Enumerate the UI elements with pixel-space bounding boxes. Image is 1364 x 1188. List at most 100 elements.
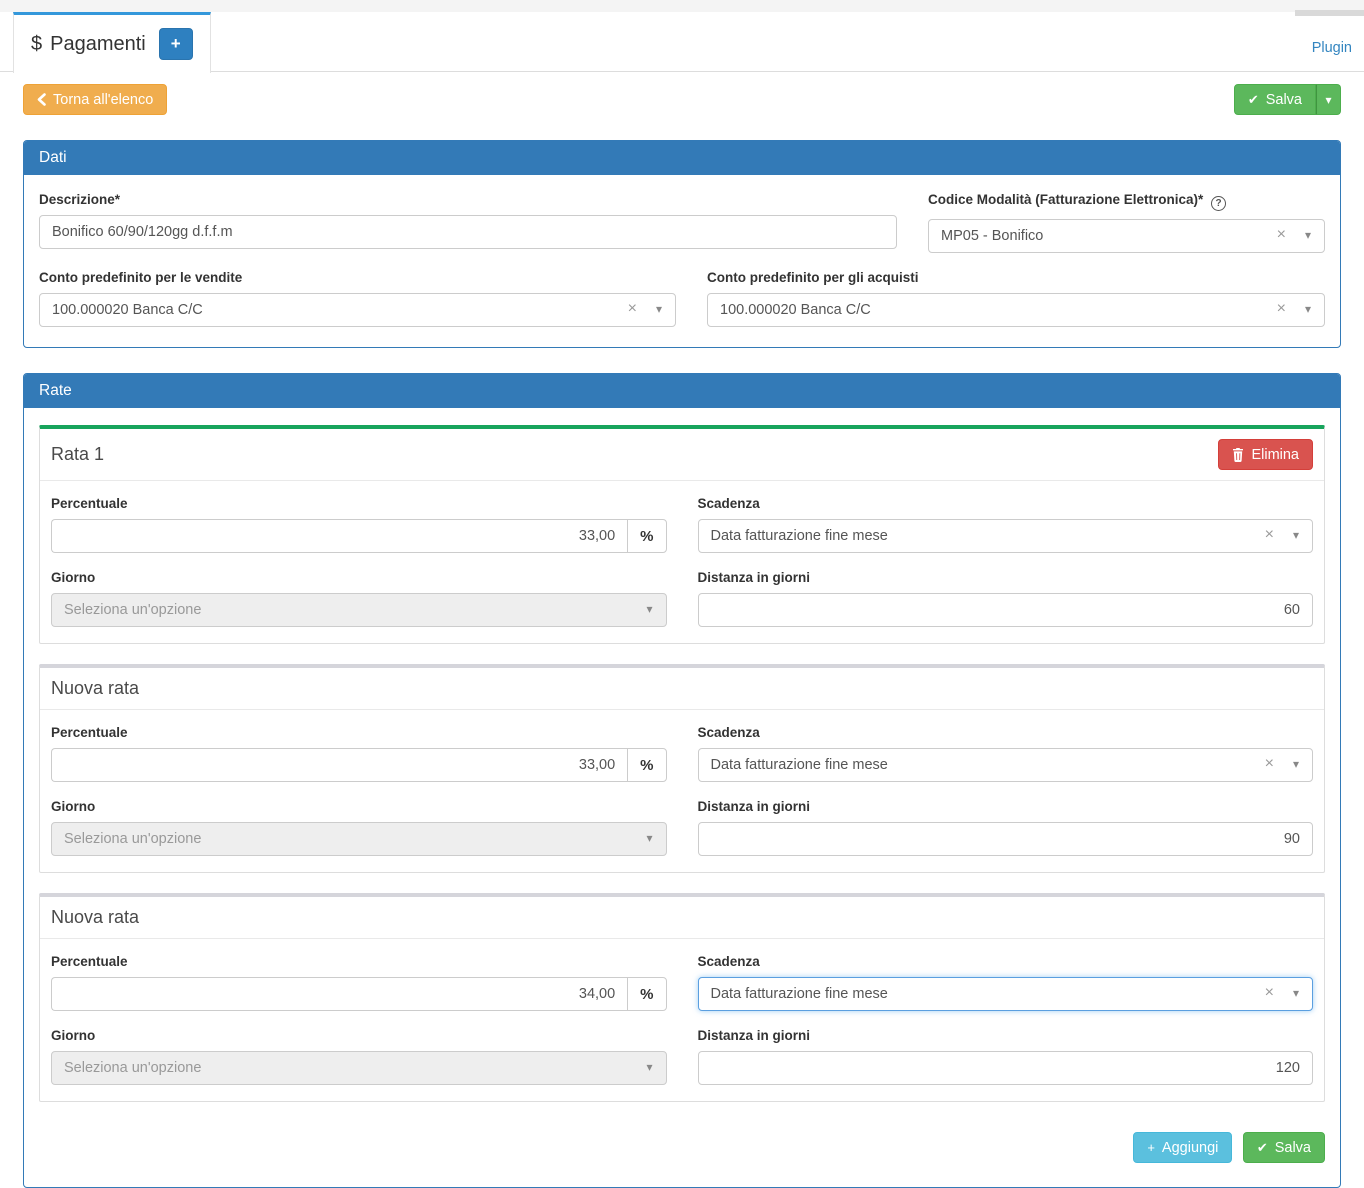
giorno-select[interactable]: Seleziona un'opzione ▾ — [51, 822, 667, 856]
scadenza-value: Data fatturazione fine mese — [711, 986, 888, 1002]
rate-panel-body: Rata 1 Elimina Percentuale % — [24, 408, 1340, 1187]
clear-x-icon[interactable]: × — [1277, 226, 1286, 244]
rata-card: Nuova rata Percentuale % Scadenza Data — [39, 893, 1325, 1102]
codice-modalita-value: MP05 - Bonifico — [941, 228, 1043, 244]
dollar-icon: $ — [31, 33, 42, 56]
scadenza-label: Scadenza — [698, 954, 1314, 969]
dati-panel-title: Dati — [24, 141, 1340, 175]
save-split-button: ✔ Salva ▾ — [1234, 84, 1341, 115]
dati-panel-body: Descrizione* Codice Modalità (Fatturazio… — [24, 175, 1340, 347]
giorno-label: Giorno — [51, 570, 667, 585]
codice-modalita-label-text: Codice Modalità (Fatturazione Elettronic… — [928, 192, 1203, 207]
distanza-label: Distanza in giorni — [698, 799, 1314, 814]
help-icon[interactable]: ? — [1211, 196, 1226, 211]
aggiungi-button[interactable]: + Aggiungi — [1133, 1132, 1232, 1163]
conto-vendite-select[interactable]: 100.000020 Banca C/C × ▾ — [39, 293, 676, 327]
rata-title: Nuova rata — [51, 678, 139, 699]
caret-down-icon: ▾ — [656, 302, 662, 316]
scadenza-select[interactable]: Data fatturazione fine mese × ▾ — [698, 748, 1314, 782]
check-icon: ✔ — [1248, 93, 1259, 106]
add-payment-button[interactable]: + — [159, 28, 193, 60]
plus-icon: + — [1147, 1141, 1155, 1154]
distanza-input[interactable] — [698, 593, 1314, 627]
descrizione-input[interactable] — [39, 215, 897, 249]
caret-down-icon: ▾ — [1293, 528, 1299, 542]
distanza-label: Distanza in giorni — [698, 570, 1314, 585]
percentuale-label: Percentuale — [51, 496, 667, 511]
elimina-button-label: Elimina — [1251, 447, 1299, 463]
giorno-label: Giorno — [51, 1028, 667, 1043]
caret-down-icon: ▾ — [1293, 986, 1299, 1000]
codice-modalita-select[interactable]: MP05 - Bonifico × ▾ — [928, 219, 1325, 253]
back-to-list-button[interactable]: Torna all'elenco — [23, 84, 167, 115]
scadenza-label: Scadenza — [698, 725, 1314, 740]
giorno-label: Giorno — [51, 799, 667, 814]
clear-x-icon[interactable]: × — [1277, 300, 1286, 318]
rate-salva-button-label: Salva — [1275, 1140, 1311, 1156]
toolbar: Torna all'elenco ✔ Salva ▾ — [23, 84, 1341, 115]
chevron-left-icon — [37, 93, 46, 106]
giorno-placeholder: Seleziona un'opzione — [64, 1060, 201, 1076]
percentuale-input[interactable] — [51, 519, 627, 553]
conto-vendite-label: Conto predefinito per le vendite — [39, 270, 676, 285]
percentuale-input[interactable] — [51, 977, 627, 1011]
percentuale-input[interactable] — [51, 748, 627, 782]
giorno-placeholder: Seleziona un'opzione — [64, 831, 201, 847]
tab-bar: $ Pagamenti + Plugin — [0, 12, 1364, 72]
scadenza-value: Data fatturazione fine mese — [711, 528, 888, 544]
rata-card: Rata 1 Elimina Percentuale % — [39, 425, 1325, 644]
top-strip — [0, 0, 1364, 12]
page-title: $ Pagamenti — [31, 33, 146, 56]
descrizione-label: Descrizione* — [39, 192, 897, 207]
aggiungi-button-label: Aggiungi — [1162, 1140, 1218, 1156]
distanza-input[interactable] — [698, 1051, 1314, 1085]
caret-down-icon: ▾ — [1325, 93, 1331, 107]
percent-addon: % — [627, 748, 666, 782]
giorno-select[interactable]: Seleziona un'opzione ▾ — [51, 1051, 667, 1085]
save-button-label: Salva — [1266, 92, 1302, 108]
plugin-link[interactable]: Plugin — [1312, 40, 1352, 56]
scadenza-label: Scadenza — [698, 496, 1314, 511]
clear-x-icon[interactable]: × — [1265, 526, 1274, 544]
percent-addon: % — [627, 977, 666, 1011]
conto-acquisti-label: Conto predefinito per gli acquisti — [707, 270, 1325, 285]
clear-x-icon[interactable]: × — [628, 300, 637, 318]
percentuale-label: Percentuale — [51, 954, 667, 969]
save-button[interactable]: ✔ Salva — [1234, 84, 1316, 115]
conto-acquisti-select[interactable]: 100.000020 Banca C/C × ▾ — [707, 293, 1325, 327]
rata-title: Nuova rata — [51, 907, 139, 928]
caret-down-icon: ▾ — [1305, 302, 1311, 316]
check-icon: ✔ — [1257, 1141, 1268, 1154]
clear-x-icon[interactable]: × — [1265, 755, 1274, 773]
rata-card: Nuova rata Percentuale % Scadenza Data — [39, 664, 1325, 873]
conto-acquisti-value: 100.000020 Banca C/C — [720, 302, 871, 318]
elimina-button[interactable]: Elimina — [1218, 439, 1313, 470]
scadenza-select[interactable]: Data fatturazione fine mese × ▾ — [698, 977, 1314, 1011]
rata-title: Rata 1 — [51, 444, 104, 465]
rate-panel: Rate Rata 1 Elimina Percentuale % — [23, 373, 1341, 1188]
giorno-placeholder: Seleziona un'opzione — [64, 602, 201, 618]
dati-panel: Dati Descrizione* Codice Modalità (Fattu… — [23, 140, 1341, 348]
tab-label: Pagamenti — [50, 33, 146, 56]
giorno-select[interactable]: Seleziona un'opzione ▾ — [51, 593, 667, 627]
rate-panel-title: Rate — [24, 374, 1340, 408]
caret-down-icon: ▾ — [1293, 757, 1299, 771]
trash-icon — [1232, 448, 1244, 462]
save-dropdown-toggle[interactable]: ▾ — [1316, 84, 1341, 115]
percentuale-label: Percentuale — [51, 725, 667, 740]
plus-icon: + — [171, 34, 181, 54]
back-button-label: Torna all'elenco — [53, 92, 153, 108]
caret-down-icon: ▾ — [646, 1060, 652, 1074]
scadenza-value: Data fatturazione fine mese — [711, 757, 888, 773]
scadenza-select[interactable]: Data fatturazione fine mese × ▾ — [698, 519, 1314, 553]
rate-salva-button[interactable]: ✔ Salva — [1243, 1132, 1325, 1163]
tab-pagamenti[interactable]: $ Pagamenti + — [13, 12, 211, 73]
rate-footer: + Aggiungi ✔ Salva — [39, 1122, 1325, 1167]
distanza-input[interactable] — [698, 822, 1314, 856]
distanza-label: Distanza in giorni — [698, 1028, 1314, 1043]
percent-addon: % — [627, 519, 666, 553]
codice-modalita-label: Codice Modalità (Fatturazione Elettronic… — [928, 192, 1325, 211]
caret-down-icon: ▾ — [646, 602, 652, 616]
clear-x-icon[interactable]: × — [1265, 984, 1274, 1002]
conto-vendite-value: 100.000020 Banca C/C — [52, 302, 203, 318]
